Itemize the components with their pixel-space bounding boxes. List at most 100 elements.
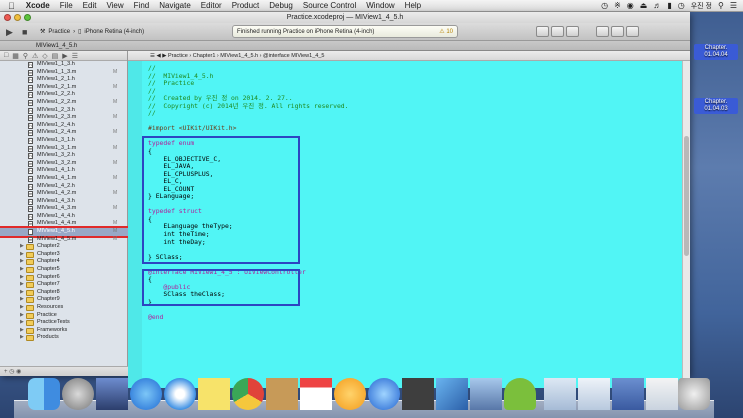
downloads-icon[interactable]: [544, 378, 576, 410]
finder-icon[interactable]: [28, 378, 60, 410]
close-window-button[interactable]: [4, 14, 11, 21]
source-editor[interactable]: //// MIView1_4_5.h// Practice//// Create…: [128, 61, 682, 388]
menu-file[interactable]: File: [55, 1, 78, 10]
disclosure-triangle-icon[interactable]: ▶: [20, 334, 24, 342]
disclosure-triangle-icon[interactable]: ▶: [20, 289, 24, 297]
disclosure-triangle-icon[interactable]: ▶: [20, 312, 24, 320]
scrollbar-thumb[interactable]: [684, 136, 689, 256]
menu-window[interactable]: Window: [361, 1, 399, 10]
folder-row[interactable]: ▶ Chapter9: [0, 296, 128, 304]
file-row[interactable]: h MIView1_1_3.h: [0, 61, 128, 69]
folder-row[interactable]: ▶ Chapter5: [0, 266, 128, 274]
run-button[interactable]: ▶: [6, 26, 13, 38]
bluetooth-icon[interactable]: ※: [614, 1, 621, 10]
symbol-icon[interactable]: ▦: [12, 52, 19, 60]
folder-row[interactable]: ▶ Chapter8: [0, 289, 128, 297]
version-editor-button[interactable]: [566, 26, 579, 37]
code-line[interactable]: @end: [148, 313, 349, 322]
desktop-folder-1[interactable]: Chapter. 01.04.04: [694, 44, 738, 60]
recent-icon[interactable]: ◷: [9, 369, 14, 375]
minimize-window-button[interactable]: [14, 14, 21, 21]
documents-stack-icon[interactable]: [578, 378, 610, 410]
scheme-selector[interactable]: ⚒ Practice › ▯ iPhone Retina (4-inch): [40, 27, 144, 37]
toggle-debug-area-button[interactable]: [611, 26, 624, 37]
file-row[interactable]: h MIView1_3_2.h: [0, 152, 128, 160]
eject-icon[interactable]: ⏏: [640, 1, 648, 10]
filter-icon[interactable]: ◉: [16, 369, 21, 375]
menu-help[interactable]: Help: [400, 1, 426, 10]
preview-icon[interactable]: [470, 378, 502, 410]
contacts-icon[interactable]: [266, 378, 298, 410]
warning-badge[interactable]: ⚠ 10: [439, 26, 453, 38]
file-row[interactable]: m MIView1_4_1.m M: [0, 175, 128, 183]
jump-path-group[interactable]: Chapter1: [193, 53, 216, 59]
standard-editor-button[interactable]: [536, 26, 549, 37]
code-line[interactable]: [148, 307, 349, 315]
file-row[interactable]: h MIView1_4_2.h: [0, 183, 128, 191]
user-name[interactable]: 우진 정: [691, 1, 712, 11]
file-row-selected[interactable]: h MIView1_4_5.h M: [0, 226, 128, 238]
line-number-gutter[interactable]: [128, 61, 142, 388]
file-row[interactable]: m MIView1_2_2.m M: [0, 99, 128, 107]
folder-row[interactable]: ▶ Chapter3: [0, 251, 128, 259]
folder-row[interactable]: ▶ Products: [0, 334, 128, 342]
desktop-stack-icon[interactable]: [612, 378, 644, 410]
disclosure-triangle-icon[interactable]: ▶: [20, 319, 24, 327]
zoom-window-button[interactable]: [24, 14, 31, 21]
file-row[interactable]: m MIView1_1_3.m M: [0, 69, 128, 77]
file-row[interactable]: h MIView1_4_3.h: [0, 198, 128, 206]
file-row[interactable]: h MIView1_2_4.h: [0, 122, 128, 130]
test-icon[interactable]: ◇: [42, 52, 47, 60]
file-row[interactable]: m MIView1_2_1.m M: [0, 84, 128, 92]
jump-path-file[interactable]: MIView1_4_5.h: [220, 53, 258, 59]
disclosure-triangle-icon[interactable]: ▶: [20, 296, 24, 304]
stickies-icon[interactable]: [198, 378, 230, 410]
time-machine-icon[interactable]: ◷: [601, 1, 608, 10]
folder-row[interactable]: ▶ Chapter7: [0, 281, 128, 289]
related-items-icon[interactable]: ☰: [150, 53, 155, 59]
file-row[interactable]: m MIView1_4_5.m M: [0, 236, 128, 244]
screenshots-stack-icon[interactable]: [646, 378, 678, 410]
debug-icon[interactable]: ▤: [52, 52, 59, 60]
back-icon[interactable]: ◀: [156, 53, 160, 59]
trash-icon[interactable]: [678, 378, 710, 410]
disclosure-triangle-icon[interactable]: ▶: [20, 274, 24, 282]
log-icon[interactable]: ☰: [72, 52, 78, 60]
menu-debug[interactable]: Debug: [264, 1, 298, 10]
tab-current-file[interactable]: MIView1_4_5.h: [0, 41, 690, 51]
file-row[interactable]: h MIView1_2_3.h: [0, 107, 128, 115]
safari-icon[interactable]: [164, 378, 196, 410]
apple-menu-icon[interactable]: : [0, 1, 21, 11]
jump-path-project[interactable]: Practice: [168, 53, 188, 59]
mission-control-icon[interactable]: [96, 378, 128, 410]
folder-row[interactable]: ▶ PracticeTests: [0, 319, 128, 327]
file-row[interactable]: h MIView1_4_1.h: [0, 167, 128, 175]
disclosure-triangle-icon[interactable]: ▶: [20, 251, 24, 259]
file-row[interactable]: m MIView1_2_4.m M: [0, 129, 128, 137]
menu-find[interactable]: Find: [129, 1, 155, 10]
search-icon[interactable]: ⚲: [23, 52, 28, 60]
disclosure-triangle-icon[interactable]: ▶: [20, 258, 24, 266]
chrome-icon[interactable]: [232, 378, 264, 410]
file-row[interactable]: h MIView1_4_4.h: [0, 213, 128, 221]
notification-center-icon[interactable]: ☰: [730, 1, 737, 10]
code-line[interactable]: // Practice: [148, 80, 349, 88]
spotlight-icon[interactable]: ⚲: [718, 1, 724, 10]
app-store-icon[interactable]: [130, 378, 162, 410]
file-row[interactable]: h MIView1_2_2.h: [0, 91, 128, 99]
file-row[interactable]: h MIView1_2_1.h: [0, 76, 128, 84]
add-icon[interactable]: +: [4, 369, 8, 375]
file-row[interactable]: m MIView1_3_1.m M: [0, 145, 128, 153]
disclosure-triangle-icon[interactable]: ▶: [20, 304, 24, 312]
menu-edit[interactable]: Edit: [78, 1, 102, 10]
breakpoint-icon[interactable]: ▶: [62, 52, 67, 60]
xcode-icon[interactable]: [436, 378, 468, 410]
file-row[interactable]: m MIView1_2_3.m M: [0, 114, 128, 122]
code-line[interactable]: #import <UIKit/UIKit.h>: [148, 125, 349, 133]
folder-row[interactable]: ▶ Frameworks: [0, 327, 128, 335]
folder-row[interactable]: ▶ Chapter2: [0, 243, 128, 251]
folder-row[interactable]: ▶ Chapter4: [0, 258, 128, 266]
issue-icon[interactable]: ⚠: [32, 52, 38, 60]
disclosure-triangle-icon[interactable]: ▶: [20, 281, 24, 289]
folder-row[interactable]: ▶ Resources: [0, 304, 128, 312]
